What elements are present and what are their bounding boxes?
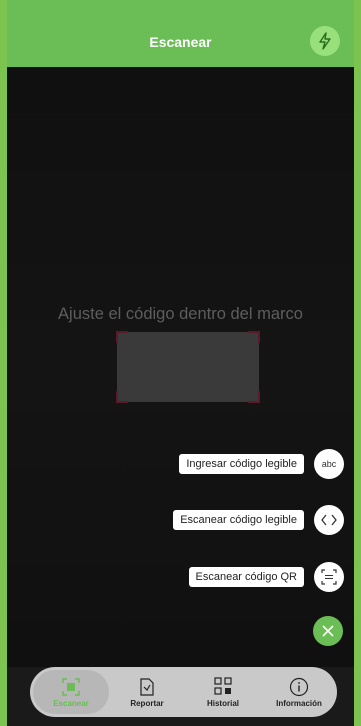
nav-item-escanear[interactable]: Escanear: [33, 670, 109, 714]
nav-item-historial[interactable]: Historial: [185, 670, 261, 714]
action-label[interactable]: Ingresar código legible: [179, 454, 304, 474]
frame-corner-top-left: [116, 331, 128, 343]
action-label[interactable]: Escanear código QR: [188, 567, 304, 587]
info-icon: [289, 677, 309, 697]
history-qr-icon: [214, 676, 232, 697]
frame-corner-bottom-right: [248, 391, 260, 403]
flash-icon: [319, 32, 331, 50]
app-frame: Escanear Ajuste el código dentro del mar…: [7, 0, 354, 726]
action-scan-qr[interactable]: Escanear código QR: [188, 561, 344, 593]
nav-label: Información: [276, 698, 322, 708]
scan-frame: [116, 331, 260, 403]
bottom-navbar: Escanear Reportar Historial Información: [30, 667, 337, 717]
barcode-scan-icon[interactable]: [314, 562, 344, 592]
app-header: Escanear: [7, 0, 354, 67]
frame-corner-top-right: [248, 331, 260, 343]
flash-button[interactable]: [310, 26, 340, 56]
scan-hint: Ajuste el código dentro del marco: [58, 305, 303, 323]
text-input-icon[interactable]: abc: [314, 449, 344, 479]
action-scan-readable[interactable]: Escanear código legible: [173, 504, 344, 536]
nav-label: Escanear: [53, 698, 89, 708]
nav-label: Historial: [206, 698, 239, 708]
close-icon: [322, 625, 334, 637]
nav-item-reportar[interactable]: Reportar: [109, 670, 185, 714]
nav-item-informacion[interactable]: Información: [261, 670, 337, 714]
page-title: Escanear: [149, 34, 212, 50]
code-brackets-icon[interactable]: [314, 505, 344, 535]
scan-icon: [61, 677, 81, 697]
action-label[interactable]: Escanear código legible: [173, 510, 304, 530]
report-icon: [139, 677, 155, 697]
frame-corner-bottom-left: [116, 391, 128, 403]
action-enter-code[interactable]: Ingresar código legible abc: [179, 448, 344, 480]
close-actions-button[interactable]: [313, 616, 343, 646]
nav-label: Reportar: [130, 698, 164, 708]
